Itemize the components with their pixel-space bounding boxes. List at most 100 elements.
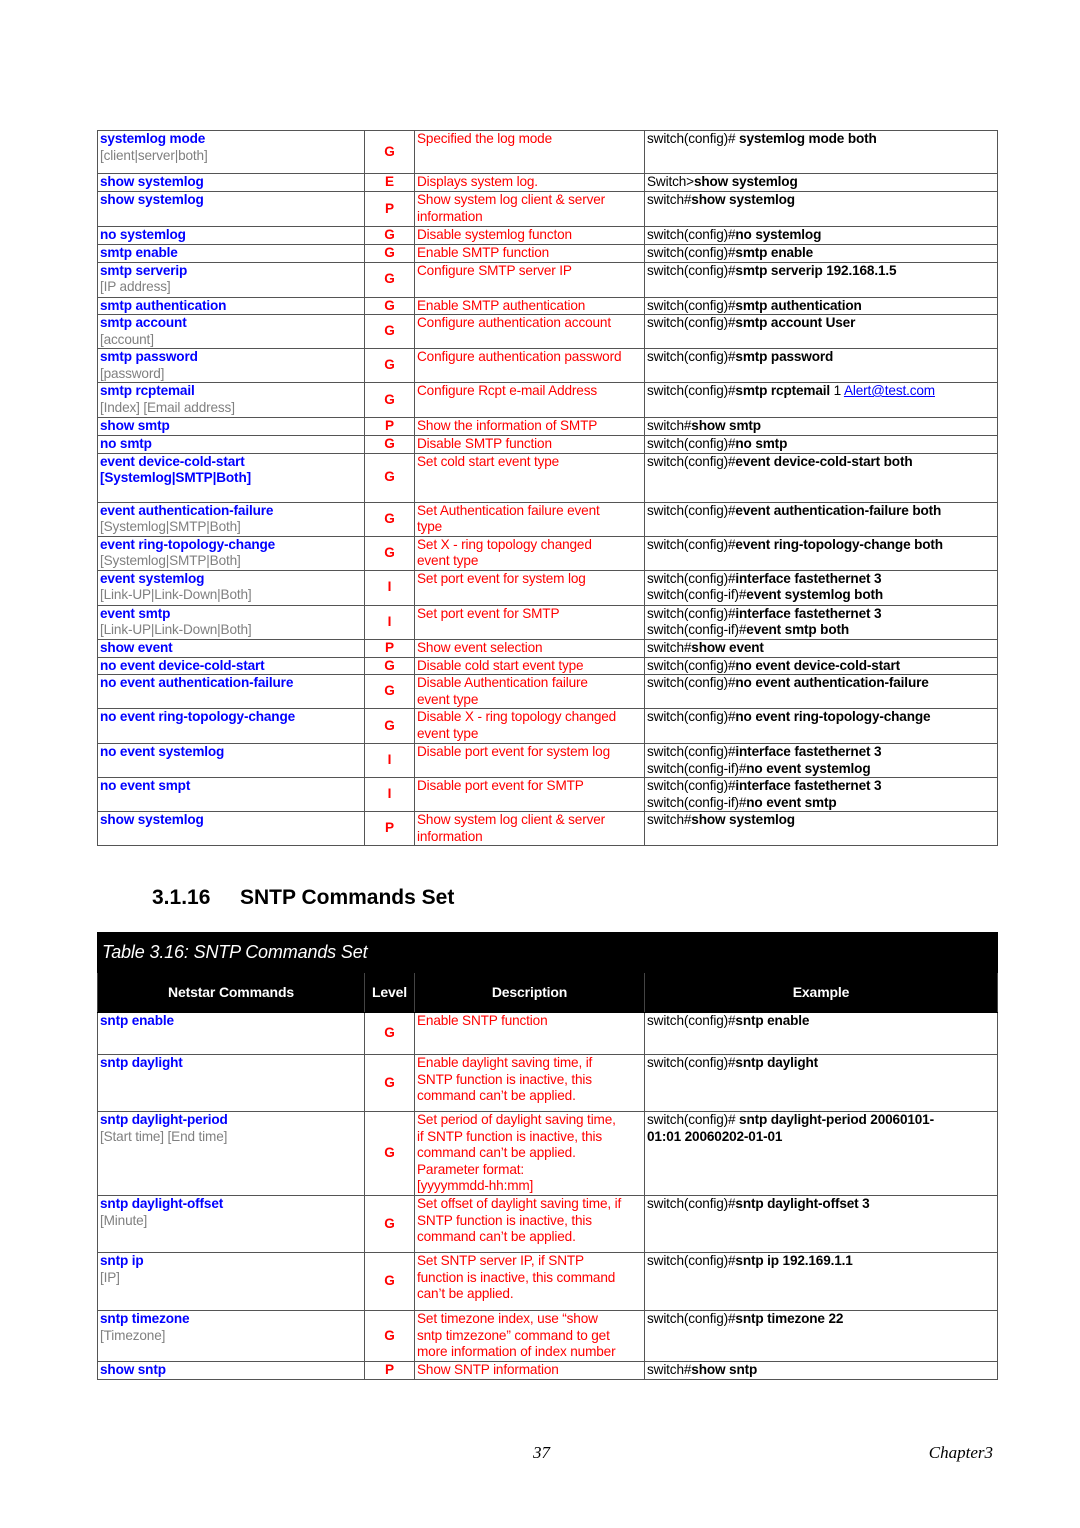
example-command: smtp account User [735, 315, 856, 331]
table-row: smtp authentication G Enable SMTP authenti… [97, 296, 998, 315]
example-prompt: switch(config)# [647, 297, 736, 313]
description-line: Enable daylight saving time, if [417, 1055, 593, 1071]
command-name: sntp daylight-period [100, 1112, 228, 1128]
description-cell: Specified the log mode [414, 130, 645, 174]
column-header-level: Level [364, 972, 415, 1013]
description-line: function is inactive, this command [417, 1269, 616, 1285]
command-name: no event ring-topology-change [100, 709, 296, 725]
example-line: switch#show sntp [647, 1362, 995, 1378]
example-argument: 1 [833, 383, 844, 399]
example-cell: switch(config)#interface fastethernet 3s… [644, 569, 998, 606]
table-row: sntp timezone [Timezone] G Set timezone ind… [97, 1310, 999, 1362]
description-cell: Disable cold start event type [414, 656, 645, 675]
level-cell: P [364, 417, 415, 436]
description-line: Set period of daylight saving time, [417, 1112, 616, 1128]
page-number: 37 [533, 1443, 550, 1462]
command-parameter: [account] [100, 331, 154, 347]
example-command: smtp password [735, 349, 834, 365]
example-line: switch(config)#sntp ip 192.169.1.1 [647, 1253, 995, 1270]
example-prompt: switch(config)# [647, 778, 736, 794]
example-prompt: switch(config)# [647, 570, 736, 586]
description-line: Configure SMTP server IP [417, 262, 572, 278]
table-row: no event device-cold-start G Disable cold … [97, 656, 998, 675]
example-line: switch(config)#event device-cold-start b… [647, 453, 995, 470]
description-line: Disable port event for system log [417, 744, 611, 760]
description-cell: Set port event for SMTP [414, 604, 645, 640]
level-cell: G [364, 130, 415, 174]
example-prompt: switch(config)# [647, 453, 736, 469]
command-cell: smtp password [password] [97, 348, 365, 383]
column-header-commands: Netstar Commands [97, 972, 365, 1013]
table-row: show event P Show event selection switch#sh… [97, 638, 998, 658]
command-name: smtp account [100, 315, 187, 331]
sntp-commands-table: Table 3.16: SNTP Commands Set Netstar Co… [96, 932, 999, 1380]
column-header-description: Description [414, 972, 645, 1013]
command-cell: systemlog mode [client|server|both] [97, 130, 365, 174]
column-header-example: Example [643, 972, 999, 1013]
description-cell: Show system log client & server informati… [414, 811, 645, 846]
example-cell: switch(config)# sntp daylight-period 200… [643, 1111, 999, 1196]
description-line: Show event selection [417, 639, 543, 655]
table-row: show smtp P Show the information of SMTP sw… [97, 417, 998, 436]
table-caption: Table 3.16: SNTP Commands Set [96, 932, 999, 973]
level-cell: G [364, 1195, 415, 1253]
example-line: switch#show systemlog [647, 192, 995, 209]
command-name: smtp enable [100, 244, 178, 260]
example-line: switch(config-if)#no event smtp [647, 795, 995, 811]
command-cell: smtp account [account] [97, 314, 365, 349]
description-cell: Show the information of SMTP [414, 417, 645, 436]
command-cell: show systemlog [97, 191, 365, 227]
example-command: systemlog mode both [735, 131, 877, 147]
example-cell: switch(config)#smtp authentication [644, 296, 998, 315]
level-cell: G [364, 434, 415, 454]
command-parameter: [Start time] [End time] [100, 1128, 228, 1144]
level-cell: I [364, 569, 415, 606]
description-cell: Set SNTP server IP, if SNTP function is i… [414, 1252, 645, 1311]
example-prompt: switch(config-if)# [647, 587, 747, 602]
example-prompt: switch(config)# [647, 502, 736, 518]
example-prompt: switch(config)# [647, 383, 736, 399]
example-prompt: switch# [647, 192, 692, 208]
example-prompt: switch(config)# [647, 1253, 736, 1269]
example-cell: switch#show systemlog [644, 191, 998, 227]
command-name: no event authentication-failure [100, 675, 294, 691]
command-name: show systemlog [100, 812, 204, 828]
level-cell: G [364, 382, 415, 418]
description-cell: Displays system log. [414, 173, 645, 192]
example-cell: switch(config)#no event device-cold-star… [644, 656, 998, 675]
example-command: sntp enable [735, 1013, 810, 1029]
example-command: no event ring-topology-change [735, 709, 931, 725]
example-line: Switch>show systemlog [647, 175, 995, 191]
example-command: interface fastethernet 3 [735, 570, 882, 586]
example-line: switch(config)#sntp daylight-offset 3 [647, 1196, 995, 1213]
example-line: switch#show smtp [647, 418, 995, 434]
description-line: Specified the log mode [417, 131, 552, 147]
description-line: Show SNTP information [417, 1361, 559, 1377]
command-parameter: [Systemlog|SMTP|Both] [100, 470, 251, 485]
example-command: event systemlog both [746, 587, 884, 602]
description-line: SNTP function is inactive, this [417, 1212, 592, 1228]
description-line: Disable X - ring topology changed [417, 709, 617, 725]
email-link[interactable]: Alert@test.com [844, 384, 935, 399]
command-cell: smtp rcptemail [Index] [Email address] [97, 382, 365, 418]
example-command: smtp rcptemail [735, 383, 834, 399]
example-cell: switch(config)#event ring-topology-chang… [644, 535, 998, 571]
command-cell: sntp daylight-offset [Minute] [97, 1195, 365, 1253]
example-line: switch(config)# systemlog mode both [647, 131, 995, 148]
example-prompt: switch# [647, 639, 692, 655]
description-line: Configure authentication password [417, 349, 622, 365]
command-name: no systemlog [100, 227, 186, 242]
example-prompt: switch(config)# [647, 1196, 736, 1212]
example-prompt: switch(config)# [647, 131, 736, 147]
level-cell: G [364, 708, 415, 744]
command-cell: show systemlog [97, 173, 365, 192]
description-line: Enable SMTP authentication [417, 297, 586, 313]
example-line: 01:01 20060202-01-01 [647, 1129, 995, 1146]
command-name: show systemlog [100, 174, 204, 190]
command-cell: event device-cold-start [Systemlog|SMTP|B… [97, 452, 365, 503]
example-line: switch(config)# sntp daylight-period 200… [647, 1113, 995, 1129]
example-prompt: switch(config)# [647, 315, 736, 331]
command-parameter: [Minute] [100, 1212, 148, 1228]
command-name: sntp timezone [100, 1311, 190, 1326]
example-command: sntp timezone 22 [735, 1311, 844, 1326]
